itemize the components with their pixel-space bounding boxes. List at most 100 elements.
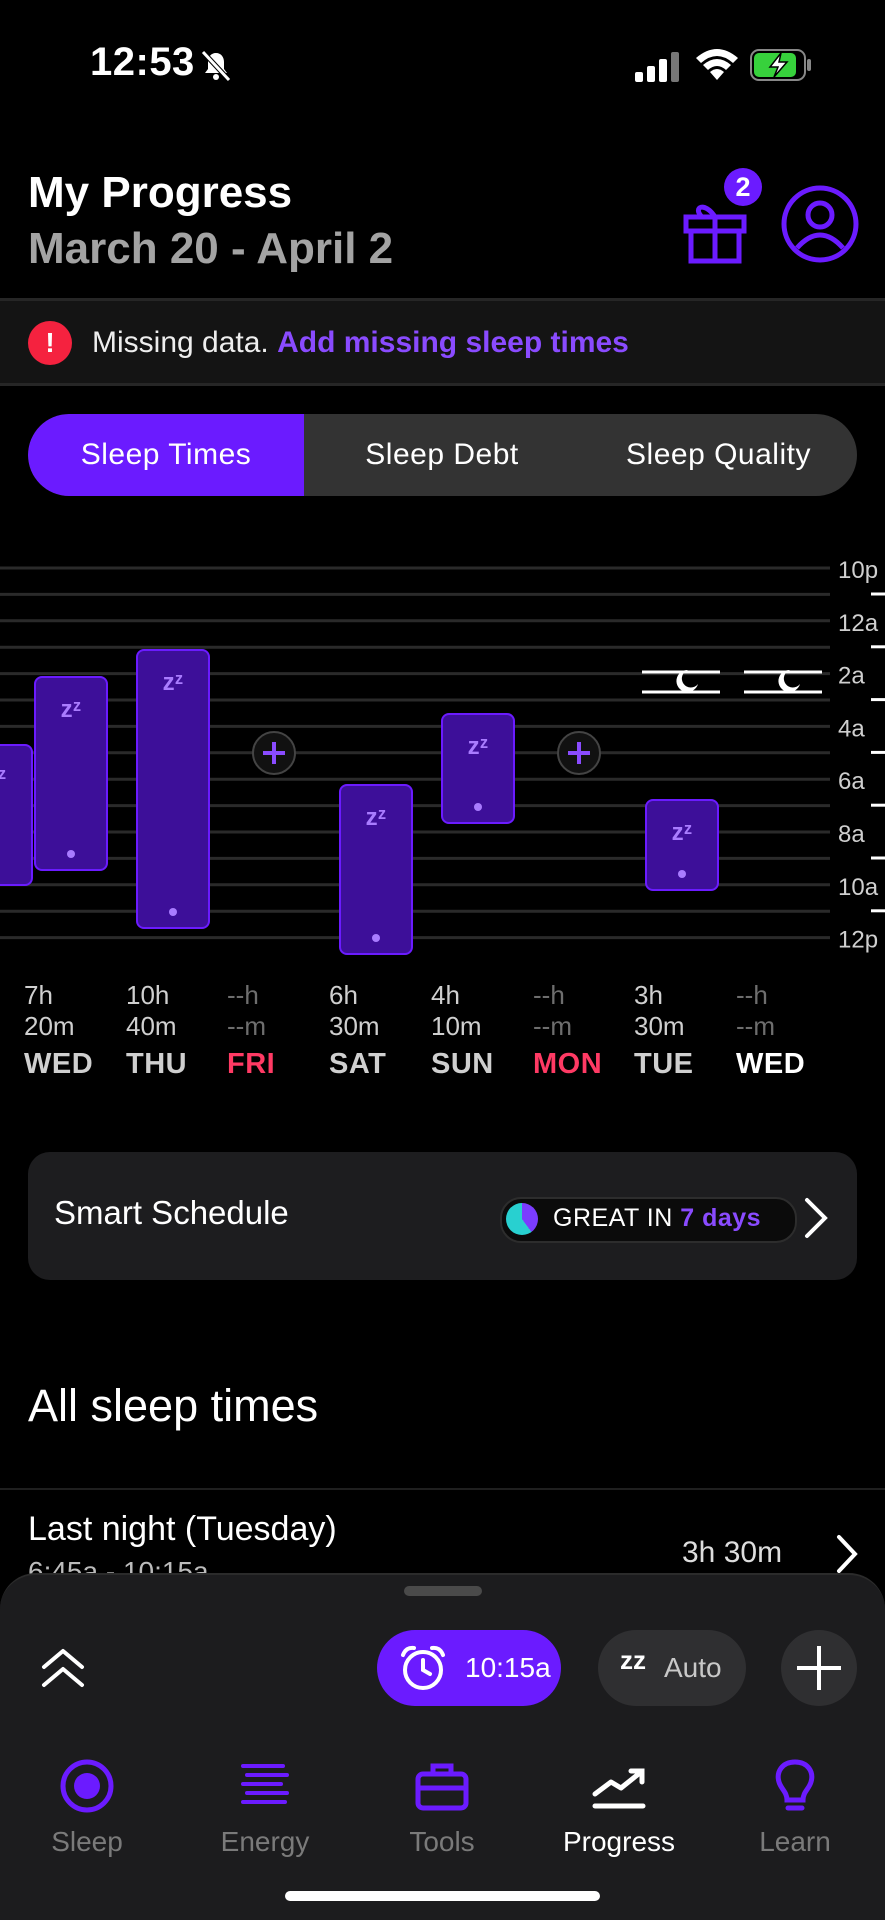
- sun-icon: [678, 870, 686, 878]
- duration-minutes: 10m: [431, 1011, 482, 1041]
- y-tick-label: 10p: [838, 557, 878, 584]
- tab-sleep-label: Sleep: [51, 1826, 123, 1857]
- chevron-right-icon[interactable]: [803, 1196, 829, 1240]
- tab-sleep[interactable]: Sleep: [12, 1758, 162, 1858]
- sleep-times-chart: 10p 12a 2a 4a 6a 8a 10a 12p zᶻ zᶻ zᶻ zᶻ zᶻ zᶻ: [0, 557, 885, 955]
- day-label: FRI: [227, 1048, 276, 1080]
- tab-sleep-times[interactable]: Sleep Times: [28, 414, 304, 496]
- zz-icon: zᶻ: [61, 696, 82, 723]
- duration-minutes: 40m: [126, 1011, 177, 1041]
- page-title: My Progress: [28, 168, 293, 217]
- tab-progress-label: Progress: [562, 1826, 676, 1857]
- pill-prefix: GREAT IN: [553, 1204, 673, 1232]
- day-label: THU: [126, 1048, 188, 1080]
- energy-list-icon: [241, 1764, 289, 1804]
- duration-hours: 3h: [634, 980, 663, 1010]
- day-label: SAT: [329, 1048, 387, 1080]
- tab-sleep-quality[interactable]: Sleep Quality: [580, 414, 857, 496]
- zz-icon: zᶻ: [163, 669, 184, 696]
- pill-value: 7 days: [680, 1204, 762, 1232]
- sleep-target-icon: [60, 1759, 114, 1813]
- day-column[interactable]: 3h 30m TUE: [634, 980, 734, 1081]
- profile-icon[interactable]: [780, 184, 860, 264]
- chevron-right-icon[interactable]: [835, 1533, 859, 1575]
- y-tick-label: 12p: [838, 927, 878, 954]
- clock-progress-icon: [506, 1203, 538, 1235]
- last-night-duration: 3h 30m: [682, 1536, 783, 1569]
- alert-icon: !: [28, 321, 72, 365]
- duration-minutes: 30m: [634, 1011, 685, 1041]
- day-column[interactable]: --h --m FRI: [227, 980, 327, 1081]
- duration-hours: --h: [227, 980, 259, 1010]
- day-column[interactable]: 6h 30m SAT: [329, 980, 429, 1081]
- tab-learn-label: Learn: [759, 1826, 831, 1857]
- day-column[interactable]: 10h 40m THU: [126, 980, 226, 1081]
- view-segmented-control: Sleep Times Sleep Debt Sleep Quality: [28, 414, 857, 496]
- auto-label: Auto: [664, 1652, 722, 1683]
- sun-icon: [169, 908, 177, 916]
- y-tick-label: 10a: [838, 874, 879, 901]
- banner-text: Missing data.: [92, 326, 269, 359]
- notification-badge: 2: [724, 168, 762, 206]
- bottom-sheet: [0, 1573, 885, 1920]
- last-night-title[interactable]: Last night (Tuesday): [28, 1510, 337, 1549]
- duration-hours: 10h: [126, 980, 170, 1010]
- add-button[interactable]: [781, 1630, 857, 1706]
- day-label: WED: [24, 1048, 94, 1080]
- wifi-icon: [696, 49, 738, 80]
- y-tick-label: 2a: [838, 663, 865, 690]
- sheet-grabber[interactable]: [404, 1586, 482, 1596]
- double-chevron-up-icon[interactable]: [40, 1645, 86, 1691]
- sun-icon: [372, 934, 380, 942]
- trend-up-icon: [592, 1768, 646, 1809]
- tab-tools[interactable]: Tools: [367, 1758, 517, 1858]
- duration-minutes: --m: [227, 1011, 266, 1041]
- home-indicator: [285, 1891, 600, 1901]
- day-column[interactable]: --h --m MON: [533, 980, 633, 1081]
- tab-energy-label: Energy: [220, 1826, 310, 1857]
- section-title: All sleep times: [28, 1380, 319, 1431]
- add-missing-sleep-link[interactable]: Add missing sleep times: [277, 326, 629, 359]
- divider: [0, 1488, 885, 1490]
- toolbox-icon: [415, 1763, 469, 1811]
- sun-icon: [67, 850, 75, 858]
- day-column[interactable]: 4h 10m SUN: [431, 980, 531, 1081]
- tab-progress[interactable]: Progress: [544, 1758, 694, 1858]
- tab-learn[interactable]: Learn: [720, 1758, 870, 1858]
- lightbulb-icon: [775, 1759, 815, 1811]
- day-label: TUE: [634, 1048, 694, 1080]
- tab-energy[interactable]: Energy: [190, 1758, 340, 1858]
- duration-hours: --h: [533, 980, 565, 1010]
- day-label: WED: [736, 1048, 806, 1080]
- zz-icon: zz: [620, 1645, 646, 1675]
- y-tick-label: 4a: [838, 715, 865, 742]
- date-range[interactable]: March 20 - April 2: [28, 224, 393, 274]
- zz-icon: zᶻ: [672, 819, 693, 846]
- smart-schedule-label: Smart Schedule: [54, 1194, 289, 1231]
- day-column[interactable]: 7h 20m WED: [24, 980, 124, 1081]
- cellular-signal-icon: [635, 52, 679, 82]
- alarm-clock-icon: [401, 1645, 445, 1690]
- y-tick-label: 8a: [838, 821, 865, 848]
- duration-hours: --h: [736, 980, 768, 1010]
- status-time: 12:53: [90, 40, 195, 84]
- duration-minutes: --m: [533, 1011, 572, 1041]
- battery-charging-icon: [750, 49, 811, 81]
- day-label: MON: [533, 1048, 603, 1080]
- zz-icon: zᶻ: [366, 804, 387, 831]
- y-tick-label: 12a: [838, 610, 879, 637]
- duration-hours: 7h: [24, 980, 53, 1010]
- zz-icon: zᶻ: [0, 764, 6, 791]
- duration-minutes: 20m: [24, 1011, 75, 1041]
- banner-message: Missing data. Add missing sleep times: [92, 326, 629, 360]
- day-label: SUN: [431, 1048, 494, 1080]
- bell-muted-icon: [201, 50, 231, 82]
- sun-icon: [474, 803, 482, 811]
- tab-tools-label: Tools: [409, 1826, 475, 1857]
- day-column[interactable]: --h --m WED: [736, 980, 836, 1081]
- alarm-time: 10:15a: [465, 1652, 551, 1683]
- duration-minutes: 30m: [329, 1011, 380, 1041]
- duration-hours: 6h: [329, 980, 358, 1010]
- tab-sleep-debt[interactable]: Sleep Debt: [304, 414, 580, 496]
- duration-minutes: --m: [736, 1011, 775, 1041]
